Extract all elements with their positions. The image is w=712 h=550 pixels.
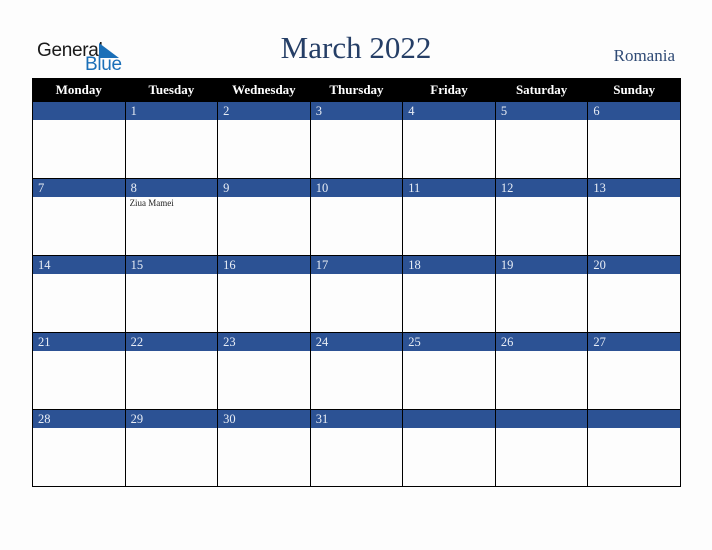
day-cell[interactable]: 31 (309, 409, 404, 487)
weekday-header-row: Monday Tuesday Wednesday Thursday Friday… (32, 78, 681, 102)
day-number: 20 (588, 256, 680, 274)
day-number: 18 (403, 256, 495, 274)
day-number: 8 (125, 179, 218, 197)
day-number (588, 410, 680, 428)
day-number: 29 (125, 410, 218, 428)
day-cell[interactable]: 22 (124, 332, 219, 410)
day-cell[interactable]: 16 (217, 255, 311, 333)
day-number: 9 (218, 179, 310, 197)
day-number: 17 (310, 256, 403, 274)
day-cell[interactable]: 2 (217, 101, 311, 179)
day-number: 14 (33, 256, 125, 274)
day-cell[interactable]: 18 (402, 255, 496, 333)
day-cell[interactable]: 24 (309, 332, 404, 410)
calendar-grid: Monday Tuesday Wednesday Thursday Friday… (32, 78, 681, 487)
day-number: 22 (125, 333, 218, 351)
weekday-header: Saturday (494, 78, 589, 102)
day-number: 1 (125, 102, 218, 120)
day-cell[interactable]: 6 (587, 101, 681, 179)
day-cell[interactable]: 12 (494, 178, 589, 256)
day-cell[interactable]: 20 (587, 255, 681, 333)
day-cell[interactable]: 15 (124, 255, 219, 333)
weekday-header: Sunday (587, 78, 681, 102)
day-number: 16 (218, 256, 310, 274)
day-cell[interactable]: 10 (309, 178, 404, 256)
day-cell[interactable]: 21 (32, 332, 126, 410)
day-cell[interactable]: 7 (32, 178, 126, 256)
day-number: 24 (310, 333, 403, 351)
week-row: 123456 (32, 101, 681, 179)
day-number: 26 (495, 333, 588, 351)
day-cell[interactable]: 23 (217, 332, 311, 410)
day-cell[interactable] (402, 409, 496, 487)
day-cell[interactable] (32, 101, 126, 179)
day-number (33, 102, 125, 120)
day-cell[interactable]: 4 (402, 101, 496, 179)
day-number (403, 410, 495, 428)
day-number: 11 (403, 179, 495, 197)
day-cell[interactable]: 28 (32, 409, 126, 487)
day-cell[interactable]: 30 (217, 409, 311, 487)
weekday-header: Tuesday (124, 78, 219, 102)
weekday-header: Monday (32, 78, 126, 102)
day-cell[interactable]: 27 (587, 332, 681, 410)
day-number: 13 (588, 179, 680, 197)
day-cell[interactable]: 29 (124, 409, 219, 487)
day-number: 7 (33, 179, 125, 197)
weekday-header: Thursday (309, 78, 404, 102)
day-number: 12 (495, 179, 588, 197)
weekday-header: Wednesday (217, 78, 311, 102)
day-number (495, 410, 588, 428)
day-cell[interactable]: 19 (494, 255, 589, 333)
day-cell[interactable]: 26 (494, 332, 589, 410)
day-number: 5 (495, 102, 588, 120)
day-number: 30 (218, 410, 310, 428)
day-cell[interactable]: 1 (124, 101, 219, 179)
week-row: 7 8 Ziua Mamei 9 10 11 12 13 (32, 178, 681, 256)
day-number: 28 (33, 410, 125, 428)
week-row: 28 29 30 31 (32, 409, 681, 487)
day-number: 19 (495, 256, 588, 274)
day-cell[interactable]: 9 (217, 178, 311, 256)
day-cell[interactable]: 14 (32, 255, 126, 333)
day-number: 25 (403, 333, 495, 351)
day-cell[interactable] (494, 409, 589, 487)
day-cell[interactable]: 13 (587, 178, 681, 256)
holiday-event: Ziua Mamei (129, 198, 174, 208)
day-number: 2 (218, 102, 310, 120)
country-label: Romania (613, 46, 675, 65)
day-number: 15 (125, 256, 218, 274)
day-cell[interactable]: 5 (494, 101, 589, 179)
day-number: 27 (588, 333, 680, 351)
week-row: 14 15 16 17 18 19 20 (32, 255, 681, 333)
day-number: 23 (218, 333, 310, 351)
day-cell[interactable]: 25 (402, 332, 496, 410)
day-number: 6 (588, 102, 680, 120)
day-cell[interactable]: 3 (309, 101, 404, 179)
weekday-header: Friday (402, 78, 496, 102)
calendar-title: March 2022 (280, 30, 432, 65)
day-cell[interactable] (587, 409, 681, 487)
day-number: 3 (310, 102, 403, 120)
day-cell[interactable]: 17 (309, 255, 404, 333)
week-row: 21 22 23 24 25 26 27 (32, 332, 681, 410)
day-cell[interactable]: 11 (402, 178, 496, 256)
day-number: 21 (33, 333, 125, 351)
day-number: 31 (310, 410, 403, 428)
day-number: 4 (403, 102, 495, 120)
day-cell[interactable]: 8 Ziua Mamei (124, 178, 219, 256)
day-number: 10 (310, 179, 403, 197)
